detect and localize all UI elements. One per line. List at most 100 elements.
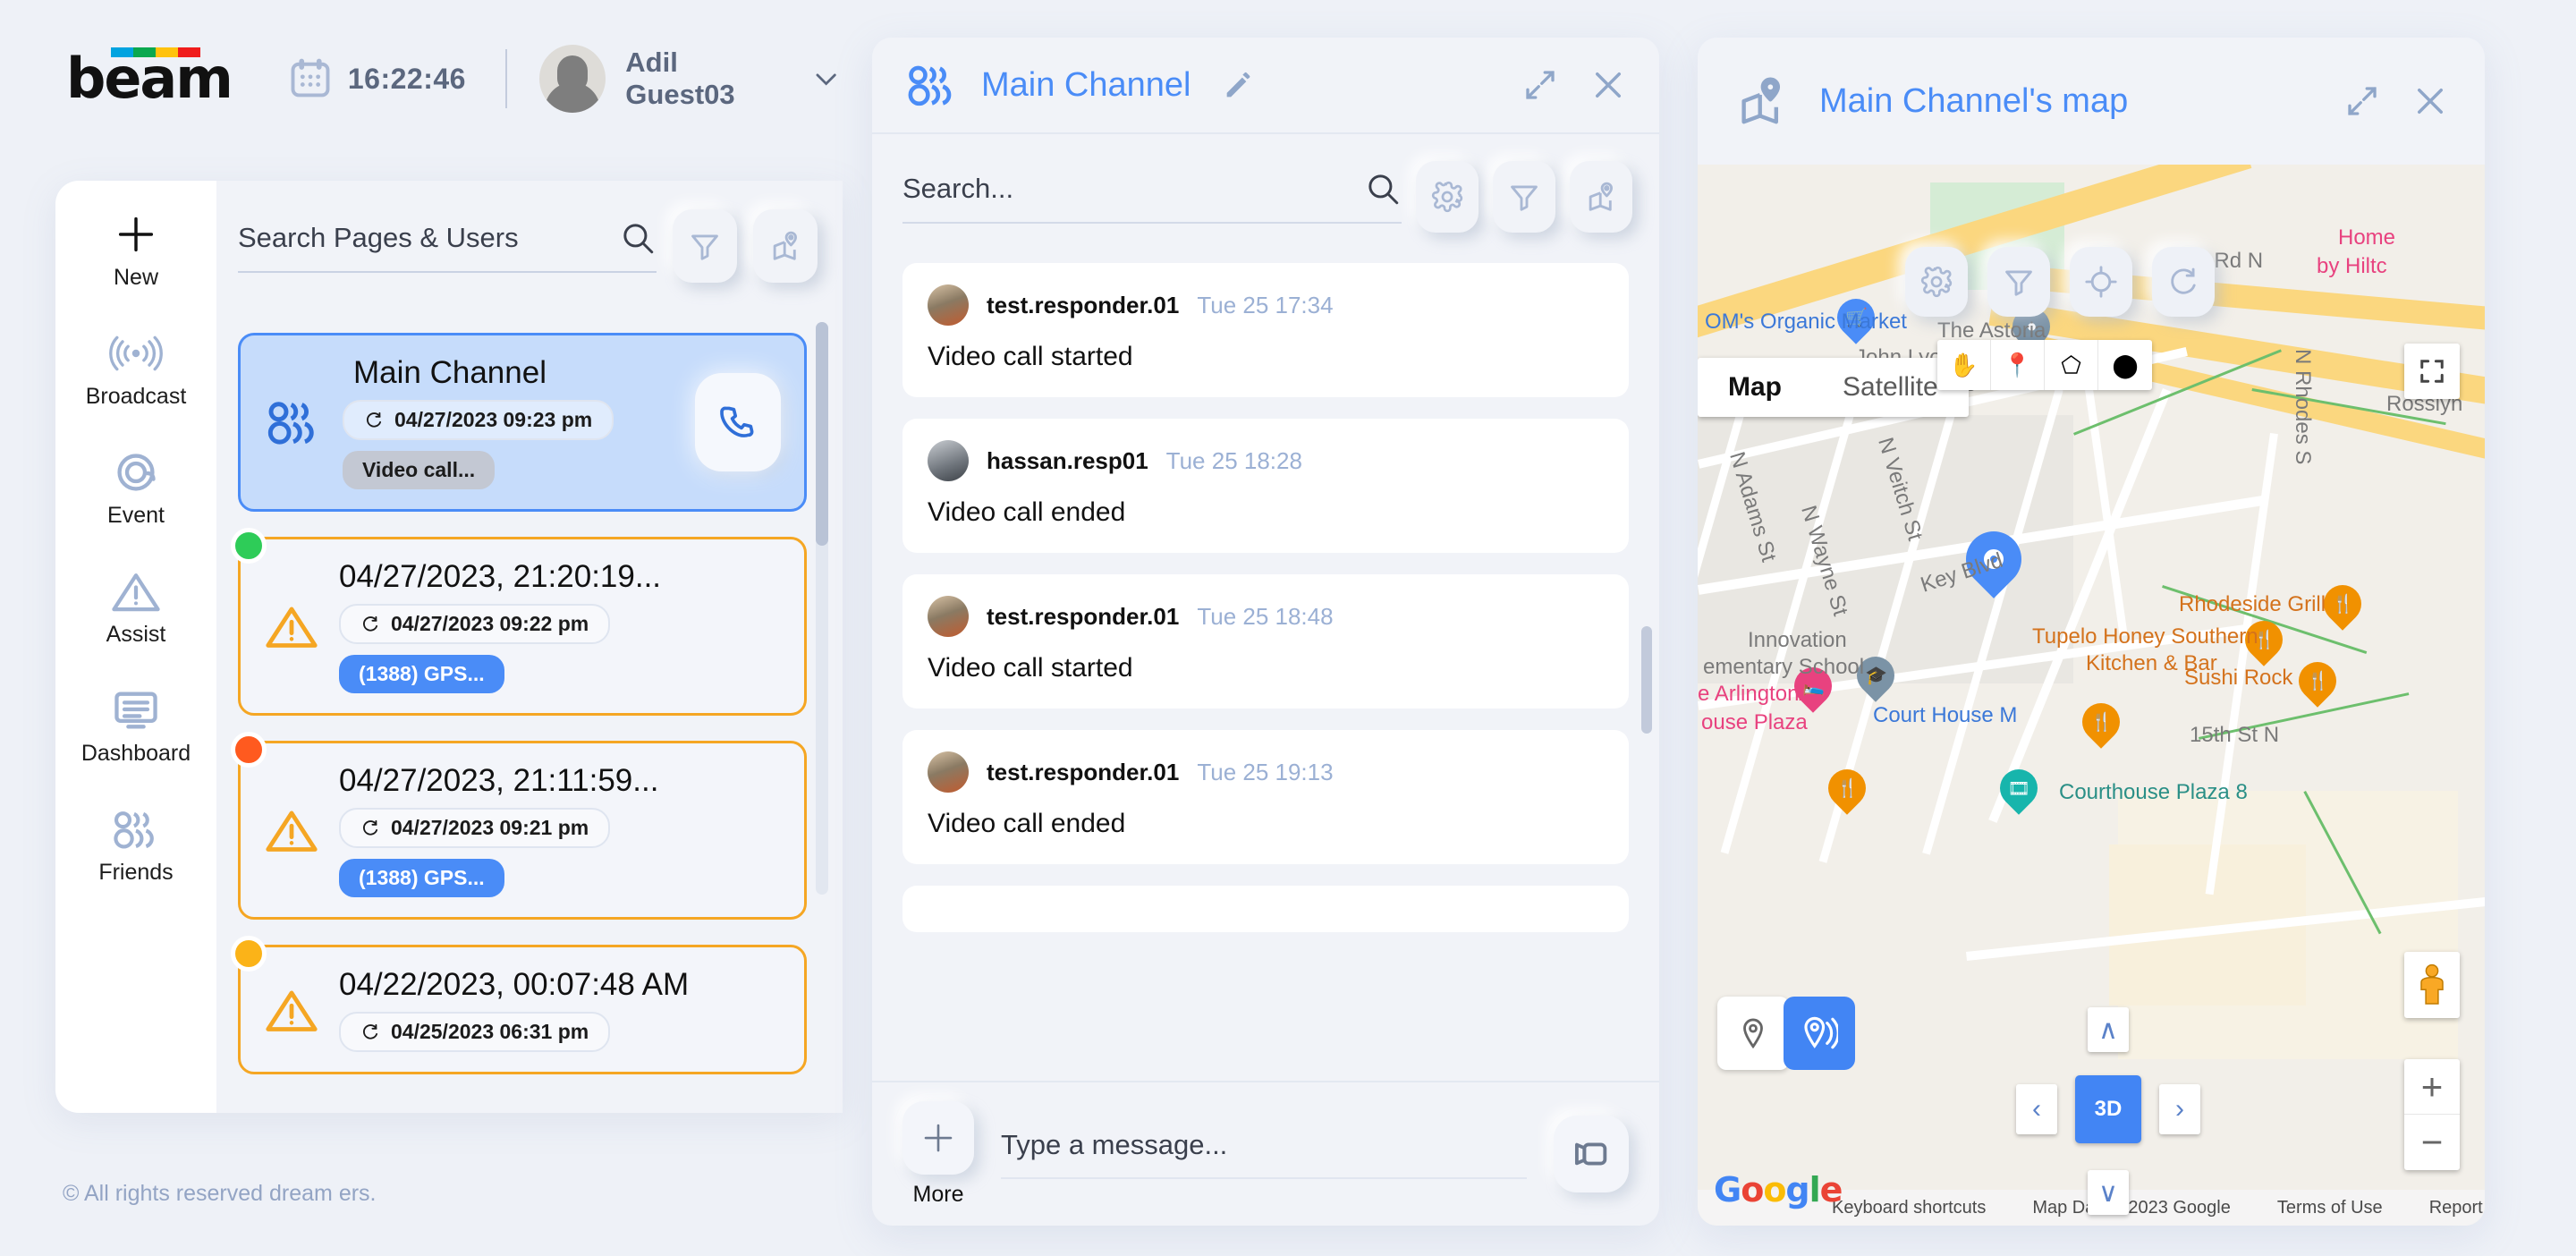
map-type-map[interactable]: Map [1698, 358, 1812, 417]
calendar-icon[interactable] [287, 55, 334, 102]
alert-card[interactable]: 04/27/2023, 21:11:59... 04/27/2023 09:21… [238, 741, 807, 920]
map-label: Innovation [1748, 628, 1847, 652]
zoom-out-button[interactable]: − [2404, 1115, 2460, 1170]
chat-search-input[interactable] [902, 173, 1364, 205]
map-locate-button[interactable] [2070, 247, 2132, 317]
map-pin-restaurant[interactable]: 🍴 [2316, 577, 2369, 635]
sidebar-item-event[interactable]: Event [55, 449, 216, 529]
map-button[interactable] [753, 209, 818, 283]
edit-pencil-icon [1227, 72, 1250, 98]
scrollbar-thumb[interactable] [816, 322, 828, 546]
search-icon[interactable] [1364, 170, 1402, 208]
map-pan-controls[interactable]: ∧ ‹ 3D › ∨ [2016, 1007, 2200, 1215]
more-button[interactable] [902, 1100, 974, 1175]
map-pin-restaurant[interactable]: 🍴 [1820, 761, 1874, 819]
hand-icon[interactable]: ✋ [1937, 340, 1991, 390]
pan-left-button[interactable]: ‹ [2016, 1084, 2057, 1134]
map-close-button[interactable] [2411, 82, 2449, 120]
warning-triangle-icon [266, 607, 318, 648]
beam-logo[interactable]: beam [66, 47, 233, 106]
scrollbar-thumb[interactable] [1641, 626, 1652, 734]
sidebar-item-friends[interactable]: Friends [55, 806, 216, 886]
status-badge: Video call... [343, 451, 496, 489]
list-item[interactable]: test.responder.01 Tue 25 18:48 Video cal… [902, 574, 1629, 709]
map-title: Main Channel's map [1819, 81, 2129, 120]
pin-icon[interactable]: 📍 [1991, 340, 2045, 390]
map-refresh-button[interactable] [2152, 247, 2215, 317]
sidebar-item-assist[interactable]: Assist [55, 568, 216, 648]
map-filter-button[interactable] [1987, 247, 2050, 317]
terms-link[interactable]: Terms of Use [2277, 1198, 2383, 1218]
map-label: ementary School [1703, 655, 1865, 679]
message-time: Tue 25 18:28 [1165, 446, 1302, 474]
map-expand-button[interactable] [2343, 82, 2381, 120]
call-button[interactable] [695, 373, 781, 471]
edit-channel-button[interactable] [1221, 67, 1257, 103]
channel-card-content: Main Channel 04/27/2023 09:23 pm Video c… [343, 355, 675, 489]
chevron-down-icon[interactable] [811, 64, 841, 94]
message-field[interactable] [1001, 1129, 1527, 1179]
left-content-card: New Broadcast Event Assist Dashboard Fri… [55, 181, 843, 1113]
chat-map-button[interactable] [1570, 161, 1632, 233]
list-item[interactable]: 04/27/2023, 21:20:19... 04/27/2023 09:22… [231, 528, 807, 716]
filter-icon [2005, 270, 2032, 296]
chat-search-box[interactable] [902, 170, 1402, 224]
list-item[interactable]: test.responder.01 Tue 25 17:34 Video cal… [902, 263, 1629, 397]
map-location-buttons[interactable] [1717, 997, 1855, 1070]
filter-button[interactable] [673, 209, 737, 283]
more-control[interactable]: More [902, 1100, 974, 1208]
video-call-button[interactable] [1554, 1116, 1629, 1192]
search-input[interactable] [238, 222, 619, 254]
user-menu[interactable]: Adil Guest03 [538, 45, 841, 113]
pan-right-button[interactable]: › [2159, 1084, 2200, 1134]
message-input[interactable] [1001, 1129, 1527, 1161]
map-pin-theater[interactable]: 🎞 [1992, 761, 2046, 819]
map-type-toggle[interactable]: Map Satellite [1698, 358, 1969, 417]
map-label: e Arlington/ [1698, 682, 1806, 706]
map-canvas[interactable]: 🛒 ● ● 🎓 🍴 🍴 🍴 🛌 🍴 🎞 🍴 OM's Organic Marke… [1698, 165, 2485, 1226]
group-icon [908, 65, 952, 106]
fullscreen-button[interactable] [2404, 344, 2460, 399]
map-settings-button[interactable] [1905, 247, 1968, 317]
street-view-pegman[interactable] [2404, 952, 2460, 1018]
footer-copyright: © All rights reserved dream ers. [63, 1181, 377, 1206]
circle-icon[interactable]: ⬤ [2098, 340, 2152, 390]
search-icon[interactable] [619, 219, 657, 257]
report-error-link[interactable]: Report a map error [2429, 1198, 2485, 1218]
map-3d-button[interactable]: 3D [2075, 1075, 2141, 1143]
video-camera-icon [1574, 1142, 1607, 1166]
pan-up-button[interactable]: ∧ [2088, 1007, 2129, 1052]
chat-filter-button[interactable] [1493, 161, 1555, 233]
location-pin-button[interactable] [1717, 997, 1789, 1070]
keyboard-shortcuts-link[interactable]: Keyboard shortcuts [1832, 1198, 1986, 1218]
zoom-in-button[interactable]: + [2404, 1059, 2460, 1115]
pan-down-button[interactable]: ∨ [2088, 1170, 2129, 1215]
map-zoom-controls[interactable]: + − [2404, 1059, 2460, 1170]
map-pin-restaurant[interactable]: 🍴 [2074, 695, 2128, 753]
alert-card[interactable]: 04/22/2023, 00:07:48 AM 04/25/2023 06:31… [238, 945, 807, 1074]
close-button[interactable] [1589, 66, 1627, 104]
plus-icon [113, 211, 159, 258]
list-item[interactable]: Main Channel 04/27/2023 09:23 pm Video c… [238, 333, 807, 512]
polygon-icon[interactable]: ⬠ [2045, 340, 2098, 390]
list-item[interactable]: 04/22/2023, 00:07:48 AM 04/25/2023 06:31… [231, 936, 807, 1074]
message-text: Video call started [928, 653, 1133, 683]
map-draw-tools[interactable]: ✋ 📍 ⬠ ⬤ [1937, 340, 2152, 390]
list-item[interactable]: test.responder.01 Tue 25 19:13 Video cal… [902, 730, 1629, 864]
sidebar-item-new[interactable]: New [55, 211, 216, 291]
status-dot [231, 732, 267, 768]
channel-card-selected[interactable]: Main Channel 04/27/2023 09:23 pm Video c… [238, 333, 807, 512]
alert-card[interactable]: 04/27/2023, 21:20:19... 04/27/2023 09:22… [238, 537, 807, 716]
dashboard-icon [111, 687, 161, 734]
expand-button[interactable] [1521, 66, 1559, 104]
sidebar-item-broadcast[interactable]: Broadcast [55, 330, 216, 410]
list-item[interactable] [902, 886, 1629, 932]
scrollbar[interactable] [816, 322, 828, 895]
map-pin-restaurant[interactable]: 🍴 [2291, 654, 2344, 712]
search-box[interactable] [238, 219, 657, 273]
sidebar-item-dashboard[interactable]: Dashboard [55, 687, 216, 767]
chat-settings-button[interactable] [1416, 161, 1479, 233]
list-item[interactable]: hassan.resp01 Tue 25 18:28 Video call en… [902, 419, 1629, 553]
location-broadcast-button[interactable] [1784, 997, 1855, 1070]
list-item[interactable]: 04/27/2023, 21:11:59... 04/27/2023 09:21… [231, 732, 807, 920]
